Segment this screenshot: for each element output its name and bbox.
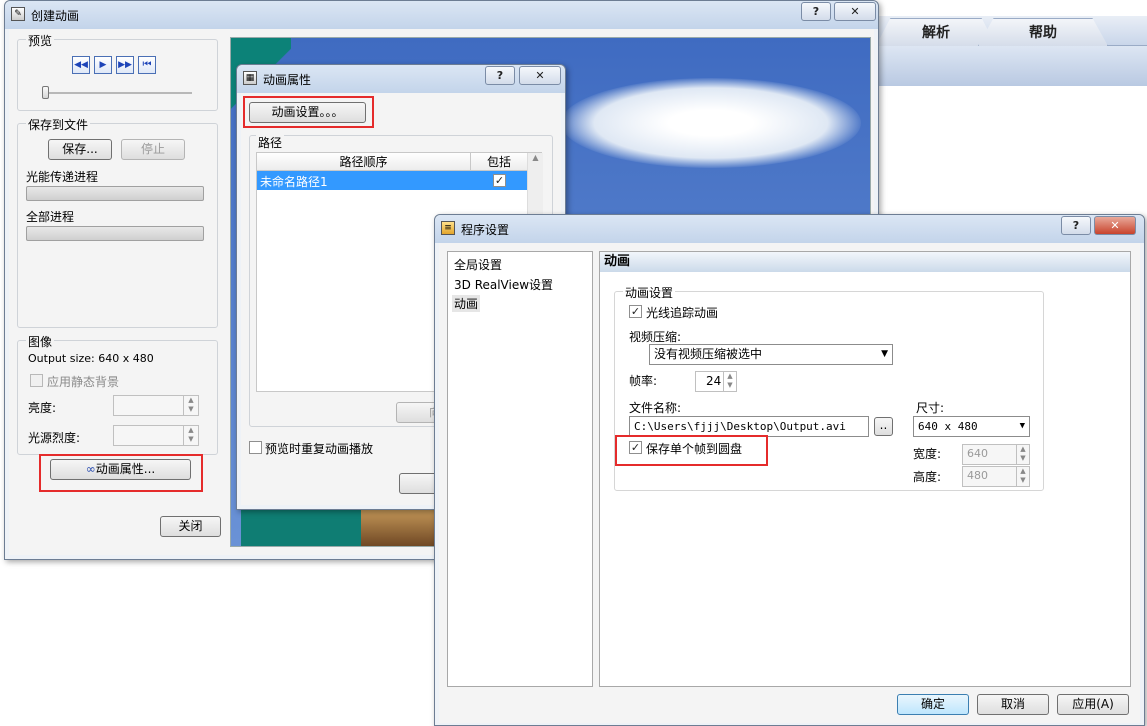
ok-button[interactable]: 确定	[897, 694, 969, 715]
program-settings-window: ≡ 程序设置 ? ✕ 全局设置 3D RealView设置 动画 动画 动画设置…	[434, 214, 1145, 726]
cancel-button[interactable]: 取消	[977, 694, 1049, 715]
preview-cloud	[561, 78, 861, 168]
window-title: 程序设置	[461, 223, 510, 237]
background-tab-strip: 解析 帮助	[860, 16, 1147, 46]
spinner-arrows-icon[interactable]: ▲ ▼	[183, 426, 198, 445]
browse-button[interactable]: ..	[874, 417, 893, 436]
repeat-preview-label: 预览时重复动画播放	[265, 442, 374, 456]
brightness-label: 亮度:	[28, 401, 57, 415]
highlight-box	[615, 435, 768, 466]
total-progress-bar	[26, 226, 204, 241]
raytrace-label: 光线追踪动画	[646, 306, 719, 320]
include-checkbox[interactable]: ✓	[493, 174, 506, 187]
preview-label: 预览	[26, 32, 55, 49]
light-progress-bar	[26, 186, 204, 201]
save-to-file-label: 保存到文件	[26, 116, 91, 133]
help-button[interactable]: ?	[485, 66, 515, 85]
highlight-box	[243, 96, 374, 128]
size-label: 尺寸:	[916, 401, 945, 415]
film-icon: ▦	[243, 71, 257, 85]
table-row[interactable]: 未命名路径1 ✓	[257, 171, 527, 190]
path-label: 路径	[256, 134, 285, 151]
skip-start-icon[interactable]: ⏮	[138, 56, 156, 74]
total-progress-label: 全部进程	[26, 210, 75, 224]
tab-help[interactable]: 帮助	[978, 18, 1108, 46]
size-value: 640 x 480	[918, 420, 978, 433]
light-progress-label: 光能传递进程	[26, 170, 99, 184]
close-button[interactable]: ✕	[519, 66, 561, 85]
width-spinner[interactable]: 640 ▲ ▼	[962, 444, 1030, 465]
window-title: 创建动画	[31, 9, 80, 23]
brightness-spinner[interactable]: ▲ ▼	[113, 395, 199, 416]
settings-page: 动画 动画设置 ✓ 光线追踪动画 视频压缩: 没有视频压缩被选中 ▼ 帧率: 24…	[599, 251, 1131, 687]
save-button[interactable]: 保存...	[48, 139, 112, 160]
tab-analysis[interactable]: 解析	[876, 18, 996, 46]
path-name: 未命名路径1	[260, 175, 328, 189]
spinner-arrows-icon[interactable]: ▲ ▼	[723, 372, 736, 391]
output-size-text: Output size: 640 x 480	[28, 352, 154, 365]
filename-label: 文件名称:	[629, 401, 682, 415]
raytrace-checkbox[interactable]: ✓	[629, 305, 642, 318]
fast-forward-icon[interactable]: ▶▶	[116, 56, 134, 74]
compression-value: 没有视频压缩被选中	[654, 347, 763, 361]
spinner-arrows-icon[interactable]: ▲ ▼	[183, 396, 198, 415]
fps-value: 24	[706, 374, 722, 388]
settings-icon: ≡	[441, 221, 455, 235]
timeline-track	[42, 92, 192, 94]
repeat-preview-checkbox[interactable]	[249, 441, 262, 454]
play-icon[interactable]: ▶	[94, 56, 112, 74]
preview-wood	[361, 508, 441, 546]
page-title: 动画	[600, 252, 1130, 272]
timeline-slider-thumb[interactable]	[42, 86, 49, 99]
static-background-label: 应用静态背景	[47, 375, 120, 389]
width-label: 宽度:	[913, 447, 942, 461]
filename-input[interactable]: C:\Users\fjjj\Desktop\Output.avi	[629, 416, 869, 437]
nav-item-animation[interactable]: 动画	[452, 295, 481, 312]
column-include[interactable]: 包括	[471, 153, 527, 171]
nav-item-global[interactable]: 全局设置	[454, 256, 502, 273]
size-select[interactable]: 640 x 480 ▼	[913, 416, 1030, 437]
image-group: 图像 Output size: 640 x 480 应用静态背景 亮度: ▲ ▼ …	[17, 333, 218, 455]
light-intensity-spinner[interactable]: ▲ ▼	[113, 425, 199, 446]
preview-group: 预览 ◀◀ ▶ ▶▶ ⏮	[17, 32, 218, 111]
dropdown-arrow-icon: ▼	[1019, 421, 1025, 431]
fps-spinner[interactable]: 24 ▲ ▼	[695, 371, 737, 392]
animation-properties-titlebar: ▦ 动画属性 ? ✕	[237, 65, 565, 93]
height-spinner[interactable]: 480 ▲ ▼	[962, 466, 1030, 487]
help-button[interactable]: ?	[1061, 216, 1091, 235]
spinner-arrows-icon[interactable]: ▲ ▼	[1016, 467, 1029, 486]
create-animation-titlebar: ✎ 创建动画 ? ✕	[5, 1, 878, 29]
spinner-arrows-icon[interactable]: ▲ ▼	[1016, 445, 1029, 464]
rewind-icon[interactable]: ◀◀	[72, 56, 90, 74]
close-button[interactable]: ✕	[1094, 216, 1136, 235]
fps-label: 帧率:	[629, 374, 658, 388]
app-icon: ✎	[11, 7, 25, 21]
column-path-order[interactable]: 路径顺序	[257, 153, 471, 171]
save-to-file-group: 保存到文件 保存... 停止 光能传递进程 全部进程	[17, 116, 218, 328]
program-settings-body: 全局设置 3D RealView设置 动画 动画 动画设置 ✓ 光线追踪动画 视…	[439, 243, 1140, 723]
light-intensity-label: 光源烈度:	[28, 431, 81, 445]
animation-settings-label: 动画设置	[623, 284, 676, 301]
highlight-box	[39, 454, 203, 492]
background-ribbon	[860, 46, 1147, 86]
close-button[interactable]: ✕	[834, 2, 876, 21]
height-label: 高度:	[913, 470, 942, 484]
width-value: 640	[967, 447, 988, 460]
stop-button[interactable]: 停止	[121, 139, 185, 160]
compression-select[interactable]: 没有视频压缩被选中 ▼	[649, 344, 893, 365]
dropdown-arrow-icon: ▼	[881, 349, 888, 359]
apply-button[interactable]: 应用(A)	[1057, 694, 1129, 715]
program-settings-titlebar: ≡ 程序设置 ? ✕	[435, 215, 1144, 243]
settings-nav: 全局设置 3D RealView设置 动画	[447, 251, 593, 687]
height-value: 480	[967, 469, 988, 482]
static-background-checkbox[interactable]	[30, 374, 43, 387]
nav-item-realview[interactable]: 3D RealView设置	[454, 276, 553, 293]
window-title: 动画属性	[263, 73, 312, 87]
help-button[interactable]: ?	[801, 2, 831, 21]
image-label: 图像	[26, 333, 55, 350]
close-dialog-button[interactable]: 关闭	[160, 516, 221, 537]
compression-label: 视频压缩:	[629, 330, 682, 344]
